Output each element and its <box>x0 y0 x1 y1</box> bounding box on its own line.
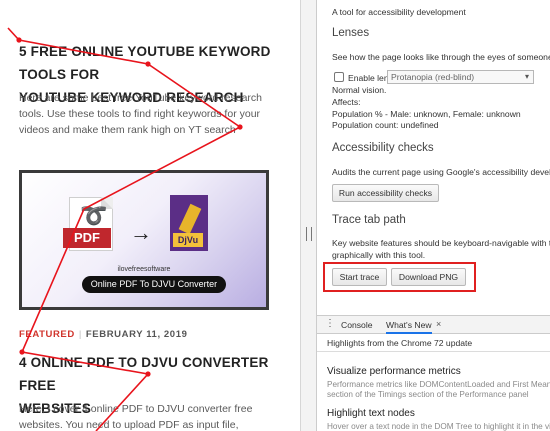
brand-text: ilovefreesoftware <box>117 266 171 273</box>
post-title-line: 5 Free Online YouTube Keyword Tools For <box>19 44 271 82</box>
download-png-button[interactable]: Download PNG <box>391 268 466 286</box>
whats-new-item-title[interactable]: Highlight text nodes <box>327 408 415 419</box>
category-link[interactable]: FEATURED <box>19 329 75 340</box>
post-excerpt-youtube-tools: Here are some best free YouTube keyword … <box>19 90 264 138</box>
drawer-tab-bar: ⋮ Console What's New × <box>317 316 550 334</box>
djvu-badge: DjVu <box>173 233 203 247</box>
pdf-badge: PDF <box>63 228 111 248</box>
whats-new-subheading: Highlights from the Chrome 72 update <box>317 335 550 352</box>
devtools-accessibility-panel: A tool for accessibility development Len… <box>316 0 550 431</box>
excerpt-line: Here, I cover 4 online PDF to DJVU conve… <box>19 403 253 415</box>
post-thumbnail-pdf-to-djvu[interactable]: ➰ PDF → DjVu ilovefreesoftware Online PD… <box>19 170 269 310</box>
splitter-grip-icon[interactable] <box>306 227 312 241</box>
lens-type-select[interactable]: Protanopia (red-blind) ▾ <box>387 70 534 84</box>
enable-lens-checkbox[interactable] <box>334 72 344 82</box>
population-percent-text: Population % - Male: unknown, Female: un… <box>332 109 521 119</box>
chevron-down-icon: ▾ <box>524 72 529 81</box>
trace-tab-path-heading: Trace tab path <box>332 214 406 226</box>
trace-description-line2: graphically with this tool. <box>332 250 426 260</box>
whats-new-item-title[interactable]: Visualize performance metrics <box>327 366 461 377</box>
converter-pill-label: Online PDF To DJVU Converter <box>82 276 226 293</box>
vision-text: Normal vision. <box>332 85 387 95</box>
affects-text: Affects: <box>332 97 361 107</box>
lenses-heading: Lenses <box>332 27 370 39</box>
accessibility-checks-description: Audits the current page using Google's a… <box>332 167 550 177</box>
lens-select-value: Protanopia (red-blind) <box>391 72 475 82</box>
excerpt-line: tools. Use these tools to find right key… <box>19 108 261 120</box>
accessibility-checks-heading: Accessibility checks <box>332 142 434 154</box>
start-trace-button[interactable]: Start trace <box>332 268 387 286</box>
post-title-line: 4 Online PDF To DJVU Converter Free <box>19 355 269 393</box>
tab-console[interactable]: Console <box>341 320 373 330</box>
post-excerpt-pdf-to-djvu: Here, I cover 4 online PDF to DJVU conve… <box>19 401 264 431</box>
right-arrow-icon: → <box>130 220 152 245</box>
close-icon[interactable]: × <box>436 319 441 329</box>
kebab-menu-icon[interactable]: ⋮ <box>325 318 335 329</box>
run-accessibility-checks-button[interactable]: Run accessibility checks <box>332 184 439 202</box>
acrobat-swirl-icon: ➰ <box>80 203 108 228</box>
lenses-description: See how the page looks like through the … <box>332 52 550 62</box>
whats-new-item-desc: section of the Timings section of the Pe… <box>327 390 529 399</box>
meta-separator: | <box>78 329 82 340</box>
post-list: 5 Free Online YouTube Keyword Tools For … <box>0 0 300 431</box>
population-count-text: Population count: undefined <box>332 120 439 130</box>
post-meta: FEATURED | FEBRUARY 11, 2019 <box>19 329 187 340</box>
post-date: FEBRUARY 11, 2019 <box>85 329 188 340</box>
excerpt-line: websites. You need to upload PDF as inpu… <box>19 419 239 431</box>
whats-new-item-desc: Performance metrics like DOMContentLoade… <box>327 380 550 389</box>
thumbnail-artwork: ➰ PDF → DjVu ilovefreesoftware Online PD… <box>22 173 266 307</box>
trace-description-line1: Key website features should be keyboard-… <box>332 238 550 248</box>
app-window: 5 Free Online YouTube Keyword Tools For … <box>0 0 550 431</box>
excerpt-line: Here are some best free YouTube keyword … <box>19 92 262 104</box>
devtools-drawer: ⋮ Console What's New × Highlights from t… <box>317 315 550 431</box>
whats-new-item-desc: Hover over a text node in the DOM Tree t… <box>327 422 550 431</box>
excerpt-line: videos and make them rank high on YT sea… <box>19 124 236 136</box>
webpage-viewport: 5 Free Online YouTube Keyword Tools For … <box>0 0 300 431</box>
tab-whats-new[interactable]: What's New <box>386 320 432 334</box>
panel-splitter[interactable] <box>300 0 316 431</box>
panel-intro: A tool for accessibility development <box>332 7 466 17</box>
